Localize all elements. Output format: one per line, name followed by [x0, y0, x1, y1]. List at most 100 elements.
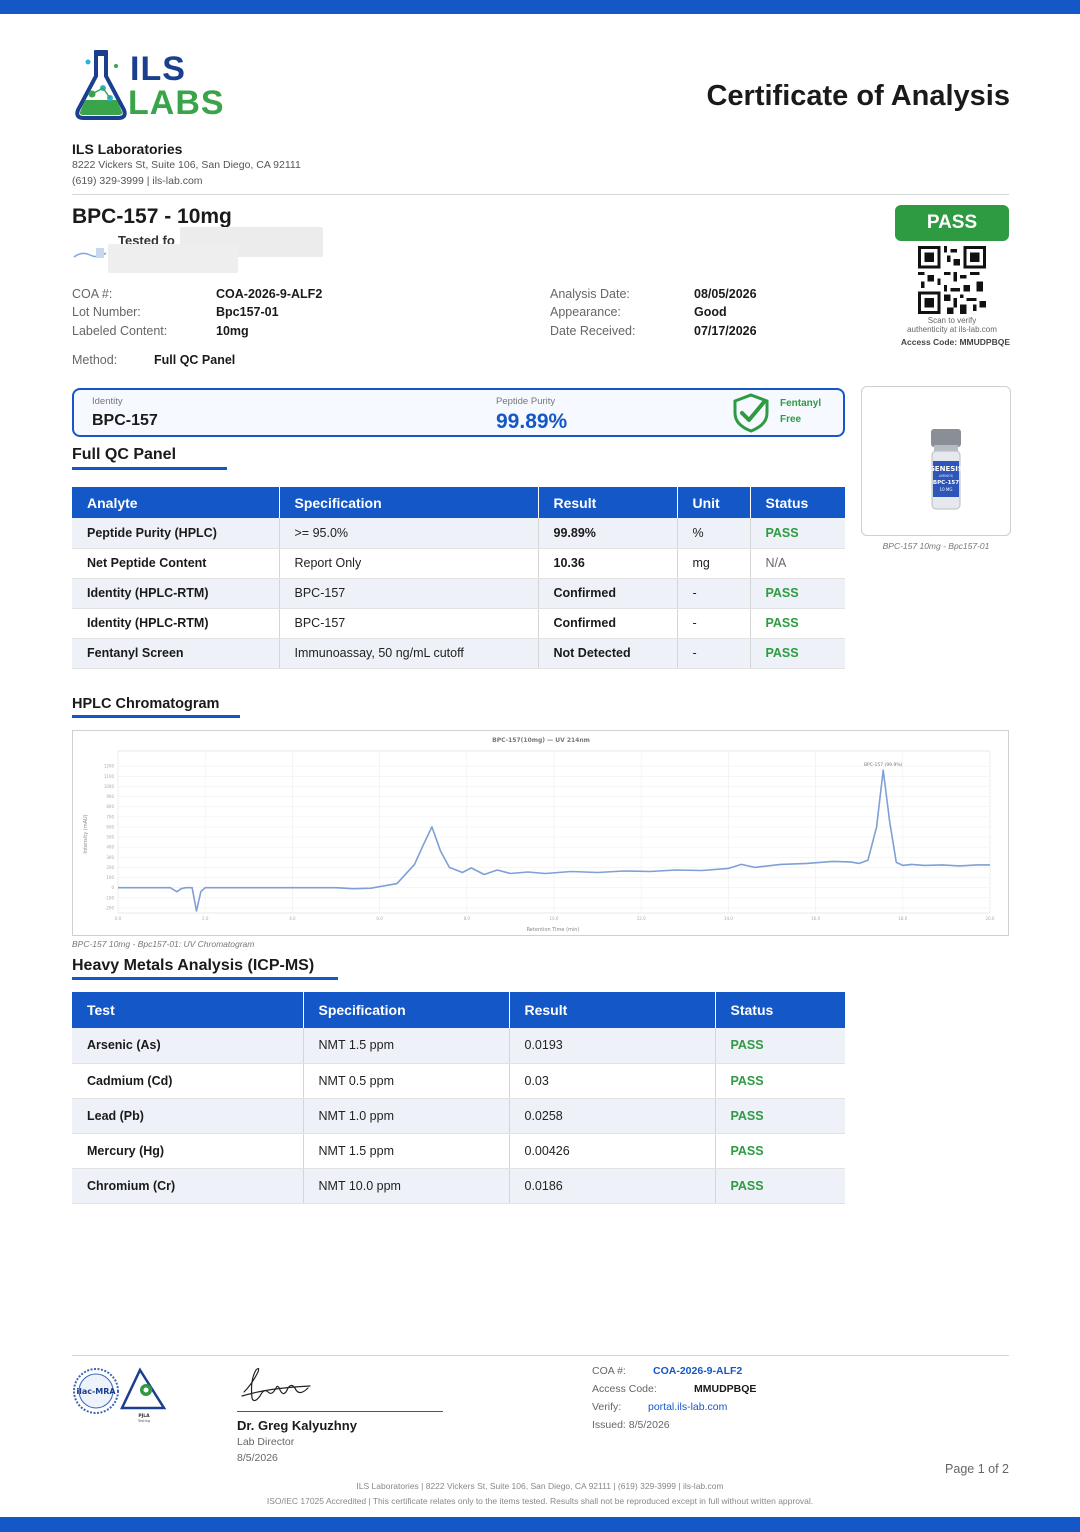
table-cell: BPC-157: [279, 578, 539, 609]
table-cell: Report Only: [279, 548, 539, 579]
photo-caption: BPC-157 10mg - Bpc157-01: [882, 541, 990, 551]
verify-portal-link[interactable]: portal.ils-lab.com: [648, 1401, 727, 1413]
table-cell: 0.03: [509, 1063, 716, 1099]
column-header: Status: [750, 487, 845, 518]
labeled-content-label: Labeled Content:: [72, 324, 168, 338]
vial-image: GENESIS AMINOS BPC-157 10 MG: [929, 429, 963, 510]
chromatogram-title: HPLC Chromatogram: [72, 696, 220, 712]
bottom-accent-bar: [0, 1517, 1080, 1532]
column-header: Specification: [303, 992, 510, 1028]
table-cell: Chromium (Cr): [72, 1168, 304, 1204]
section-underline: [72, 467, 227, 470]
pjla-logo: PJLA Testing: [120, 1367, 167, 1423]
x-tick-label: 16.0: [811, 916, 820, 921]
table-cell: -: [677, 638, 751, 669]
table-row: Net Peptide Content Report Only 10.36 mg…: [72, 548, 845, 579]
table-cell: Identity (HPLC-RTM): [72, 608, 280, 639]
y-tick-label: 800: [106, 804, 114, 809]
vial-brand: GENESIS: [929, 465, 963, 473]
y-tick-label: 0: [111, 885, 114, 890]
footer-lab-info: ILS Laboratories | 8222 Vickers St, Suit…: [356, 1481, 724, 1491]
pjla-subtext: Testing: [137, 1419, 150, 1423]
table-cell: BPC-157: [279, 608, 539, 639]
status-badge: PASS: [715, 1133, 845, 1169]
y-tick-label: -200: [105, 905, 115, 910]
footer-divider: [72, 1355, 1009, 1356]
table-row: Lead (Pb) NMT 1.0 ppm 0.0258 PASS: [72, 1098, 845, 1134]
qc-panel-title: Full QC Panel: [72, 446, 177, 463]
table-cell: -: [677, 578, 751, 609]
x-tick-label: 10.0: [550, 916, 559, 921]
heavy-metals-title: Heavy Metals Analysis (ICP-MS): [72, 957, 315, 974]
issued-date: Issued: 8/5/2026: [592, 1419, 670, 1431]
section-underline: [72, 715, 240, 718]
table-cell: Identity (HPLC-RTM): [72, 578, 280, 609]
client-logo-icon: [73, 248, 107, 258]
status-badge: N/A: [750, 548, 845, 579]
footer-access-value: MMUDPBQE: [694, 1383, 757, 1395]
date-received-value: 07/17/2026: [694, 324, 757, 338]
column-header: Result: [538, 487, 678, 518]
table-cell: >= 95.0%: [279, 518, 539, 549]
table-cell: Lead (Pb): [72, 1098, 304, 1134]
overall-pass-badge: PASS: [895, 205, 1009, 241]
lab-name: ILS Laboratories: [72, 141, 183, 157]
vial-brand-sub: AMINOS: [939, 474, 954, 478]
table-row: Mercury (Hg) NMT 1.5 ppm 0.00426 PASS: [72, 1133, 845, 1169]
status-badge: PASS: [750, 578, 845, 609]
peptide-purity-label: Peptide Purity: [496, 396, 556, 407]
identity-label: Identity: [92, 396, 123, 407]
y-tick-label: 1000: [104, 784, 115, 789]
table-cell: 10.36: [538, 548, 678, 579]
table-row: Identity (HPLC-RTM) BPC-157 Confirmed - …: [72, 578, 845, 609]
table-cell: NMT 1.5 ppm: [303, 1028, 510, 1064]
fentanyl-free-label-2: Free: [780, 414, 802, 425]
scan-caption: Scan to verify: [927, 316, 977, 325]
product-name: BPC-157 - 10mg: [72, 205, 232, 228]
y-tick-label: 100: [106, 875, 114, 880]
column-header: Status: [715, 992, 845, 1028]
flask-icon: [75, 50, 127, 120]
chromatogram-plot: BPC-157(10mg) — UV 214nm Retention Time …: [83, 737, 995, 933]
x-tick-label: 6.0: [376, 916, 383, 921]
qr-code-icon[interactable]: [918, 246, 986, 314]
footer-coa-value: COA-2026-9-ALF2: [653, 1365, 743, 1377]
signer-title: Lab Director: [237, 1436, 295, 1448]
footer-access-label: Access Code:: [592, 1383, 657, 1395]
signature-image: [241, 1367, 311, 1402]
footer-coa-label: COA #:: [592, 1365, 626, 1377]
y-axis-label: Intensity (mAU): [83, 814, 89, 853]
date-received-label: Date Received:: [550, 324, 636, 338]
ilac-mra-text: ilac-MRA: [76, 1387, 116, 1396]
table-cell: NMT 10.0 ppm: [303, 1168, 510, 1204]
analysis-date-value: 08/05/2026: [694, 287, 757, 301]
peak-annotation: BPC-157 (99.9%): [864, 762, 903, 768]
table-cell: %: [677, 518, 751, 549]
table-cell: Net Peptide Content: [72, 548, 280, 579]
y-tick-label: 1100: [104, 774, 115, 779]
shield-check-icon: [733, 393, 769, 433]
ils-labs-logo: ILS LABS: [72, 44, 242, 124]
identity-value: BPC-157: [92, 412, 158, 429]
header-divider: [72, 194, 1009, 195]
footer-verify-label: Verify:: [592, 1401, 622, 1413]
x-tick-label: 14.0: [724, 916, 733, 921]
table-cell: 0.0193: [509, 1028, 716, 1064]
method-value: Full QC Panel: [154, 353, 236, 367]
table-cell: Immunoassay, 50 ng/mL cutoff: [279, 638, 539, 669]
column-header: Test: [72, 992, 304, 1028]
table-cell: NMT 0.5 ppm: [303, 1063, 510, 1099]
table-row: Peptide Purity (HPLC) >= 95.0% 99.89% % …: [72, 518, 845, 549]
signer-date: 8/5/2026: [237, 1452, 278, 1464]
product-photo: GENESIS AMINOS BPC-157 10 MG: [861, 386, 1011, 536]
analysis-date-label: Analysis Date:: [550, 287, 630, 301]
chart-title: BPC-157(10mg) — UV 214nm: [492, 737, 590, 744]
x-axis-label: Retention Time (min): [527, 927, 580, 933]
y-tick-label: 200: [106, 865, 114, 870]
y-tick-label: -100: [105, 895, 115, 900]
document-title: Certificate of Analysis: [706, 80, 1010, 112]
page-number: Page 1 of 2: [945, 1462, 1009, 1476]
ilac-mra-logo: ilac-MRA: [73, 1368, 119, 1414]
table-cell: 0.00426: [509, 1133, 716, 1169]
appearance-label: Appearance:: [550, 305, 621, 319]
